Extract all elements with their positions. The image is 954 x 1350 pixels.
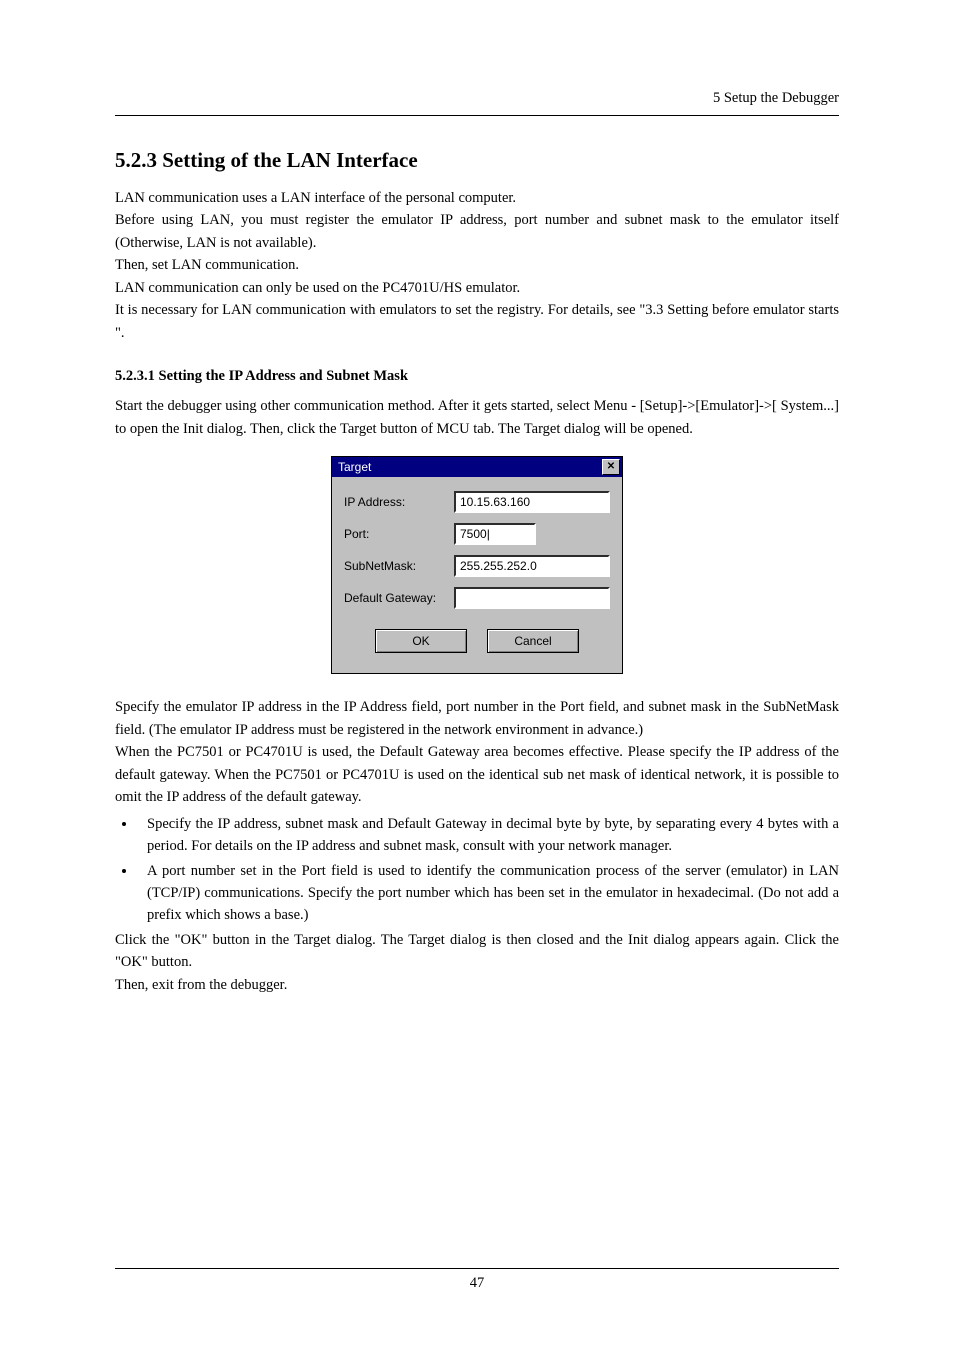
intro-p3: Then, set LAN communication.	[115, 254, 839, 276]
subnet-row: SubNetMask: 255.255.252.0	[344, 555, 610, 577]
page-header: 5 Setup the Debugger	[115, 90, 839, 116]
page-footer: 47	[115, 1268, 839, 1292]
gateway-row: Default Gateway:	[344, 587, 610, 609]
intro-p4: LAN communication can only be used on th…	[115, 277, 839, 299]
subnet-label: SubNetMask:	[344, 559, 454, 573]
dialog-title: Target	[338, 460, 371, 474]
header-text: 5 Setup the Debugger	[713, 90, 839, 106]
after-p1: Specify the emulator IP address in the I…	[115, 696, 839, 741]
subnet-input[interactable]: 255.255.252.0	[454, 555, 610, 577]
gateway-input[interactable]	[454, 587, 610, 609]
subsection-heading: 5.2.3.1 Setting the IP Address and Subne…	[115, 368, 839, 385]
ok-button[interactable]: OK	[375, 629, 467, 653]
after-p3: Click the "OK" button in the Target dial…	[115, 929, 839, 974]
ip-label: IP Address:	[344, 495, 454, 509]
sub-p1: Start the debugger using other communica…	[115, 395, 839, 440]
after-p2: When the PC7501 or PC4701U is used, the …	[115, 741, 839, 808]
close-icon[interactable]: ✕	[602, 459, 620, 475]
port-label: Port:	[344, 527, 454, 541]
ip-row: IP Address: 10.15.63.160	[344, 491, 610, 513]
list-item: A port number set in the Port field is u…	[137, 860, 839, 927]
ip-input[interactable]: 10.15.63.160	[454, 491, 610, 513]
intro-p1: LAN communication uses a LAN interface o…	[115, 187, 839, 209]
dialog-titlebar: Target ✕	[332, 457, 622, 477]
port-row: Port: 7500|	[344, 523, 610, 545]
intro-p2: Before using LAN, you must register the …	[115, 209, 839, 254]
bullet-list: Specify the IP address, subnet mask and …	[115, 813, 839, 927]
dialog-figure: Target ✕ IP Address: 10.15.63.160 Port: …	[115, 456, 839, 674]
intro-p5: It is necessary for LAN communication wi…	[115, 299, 839, 344]
gateway-label: Default Gateway:	[344, 591, 454, 605]
section-heading: 5.2.3 Setting of the LAN Interface	[115, 148, 839, 173]
list-item: Specify the IP address, subnet mask and …	[137, 813, 839, 858]
port-input[interactable]: 7500|	[454, 523, 536, 545]
page-number: 47	[470, 1275, 485, 1291]
after-p4: Then, exit from the debugger.	[115, 974, 839, 996]
cancel-button[interactable]: Cancel	[487, 629, 579, 653]
target-dialog: Target ✕ IP Address: 10.15.63.160 Port: …	[331, 456, 623, 674]
